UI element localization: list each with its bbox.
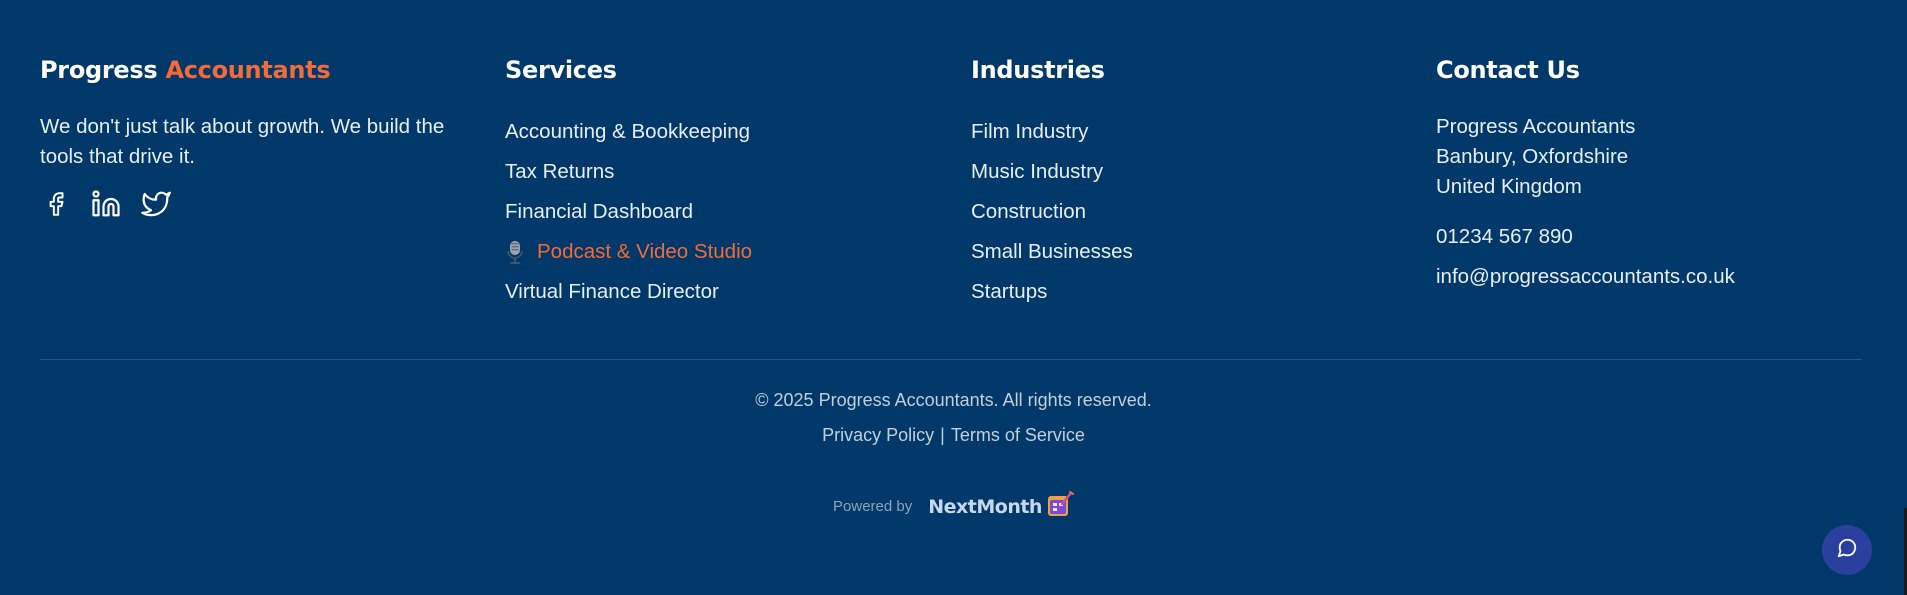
services-title: Services [505, 56, 617, 84]
service-label: Podcast & Video Studio [537, 240, 753, 263]
copyright-text: © 2025 Progress Accountants. All rights … [755, 390, 1152, 410]
industry-link-music[interactable]: Music Industry [971, 152, 1436, 192]
industries-title: Industries [971, 56, 1105, 84]
microphone-icon [505, 239, 525, 265]
industry-label: Startups [971, 280, 1048, 303]
brand-name-part1: Progress [40, 56, 158, 84]
industry-label: Music Industry [971, 160, 1104, 183]
service-label: Accounting & Bookkeeping [505, 120, 751, 143]
industry-link-startups[interactable]: Startups [971, 272, 1436, 312]
nextmonth-wordmark: NextMonth [928, 495, 1042, 518]
terms-of-service-link[interactable]: Terms of Service [951, 425, 1085, 445]
nextmonth-logo-link[interactable]: NextMonth [928, 490, 1074, 523]
industry-link-construction[interactable]: Construction [971, 192, 1436, 232]
brand-tagline: We don't just talk about growth. We buil… [40, 115, 445, 168]
industry-label: Small Businesses [971, 240, 1133, 263]
linkedin-icon[interactable] [90, 188, 122, 220]
service-link-financial-dashboard[interactable]: Financial Dashboard [505, 192, 971, 232]
powered-by-label: Powered by [833, 498, 913, 515]
footer-columns: Progress Accountants We don't just talk … [40, 54, 1862, 312]
legal-links: Privacy Policy | Terms of Service [0, 425, 1907, 446]
chat-bubble-icon [1836, 537, 1858, 564]
industries-column: Industries Film Industry Music Industry … [971, 54, 1436, 312]
service-link-tax-returns[interactable]: Tax Returns [505, 152, 971, 192]
industry-label: Film Industry [971, 120, 1089, 143]
address-line: Banbury, Oxfordshire [1436, 145, 1629, 168]
industry-link-small-businesses[interactable]: Small Businesses [971, 232, 1436, 272]
contact-address: Progress Accountants Banbury, Oxfordshir… [1436, 112, 1862, 202]
footer-divider [40, 359, 1862, 360]
industries-list: Film Industry Music Industry Constructio… [971, 112, 1436, 312]
brand-name-part2: Accountants [165, 56, 331, 84]
contact-email[interactable]: info@progressaccountants.co.uk [1436, 262, 1862, 302]
contact-phone[interactable]: 01234 567 890 [1436, 222, 1862, 262]
service-label: Virtual Finance Director [505, 280, 719, 303]
privacy-policy-link[interactable]: Privacy Policy [822, 425, 934, 445]
contact-column: Contact Us Progress Accountants Banbury,… [1436, 54, 1862, 312]
industry-link-film[interactable]: Film Industry [971, 112, 1436, 152]
twitter-icon[interactable] [140, 188, 172, 220]
industry-label: Construction [971, 200, 1087, 223]
service-link-podcast-studio[interactable]: Podcast & Video Studio [505, 232, 971, 272]
calendar-logo-icon [1046, 490, 1074, 523]
address-line: Progress Accountants [1436, 115, 1636, 138]
social-links [40, 188, 505, 220]
chat-launcher-button[interactable] [1822, 525, 1872, 575]
service-label: Tax Returns [505, 160, 615, 183]
contact-title: Contact Us [1436, 56, 1580, 84]
brand-column: Progress Accountants We don't just talk … [40, 54, 505, 312]
brand-title: Progress Accountants [40, 54, 505, 86]
powered-by: Powered by NextMonth [0, 490, 1907, 523]
address-line: United Kingdom [1436, 175, 1582, 198]
service-label: Financial Dashboard [505, 200, 694, 223]
services-column: Services Accounting & Bookkeeping Tax Re… [505, 54, 971, 312]
service-link-accounting[interactable]: Accounting & Bookkeeping [505, 112, 971, 152]
facebook-icon[interactable] [40, 188, 72, 220]
service-link-virtual-fd[interactable]: Virtual Finance Director [505, 272, 971, 312]
services-list: Accounting & Bookkeeping Tax Returns Fin… [505, 112, 971, 312]
legal-separator: | [940, 425, 945, 445]
